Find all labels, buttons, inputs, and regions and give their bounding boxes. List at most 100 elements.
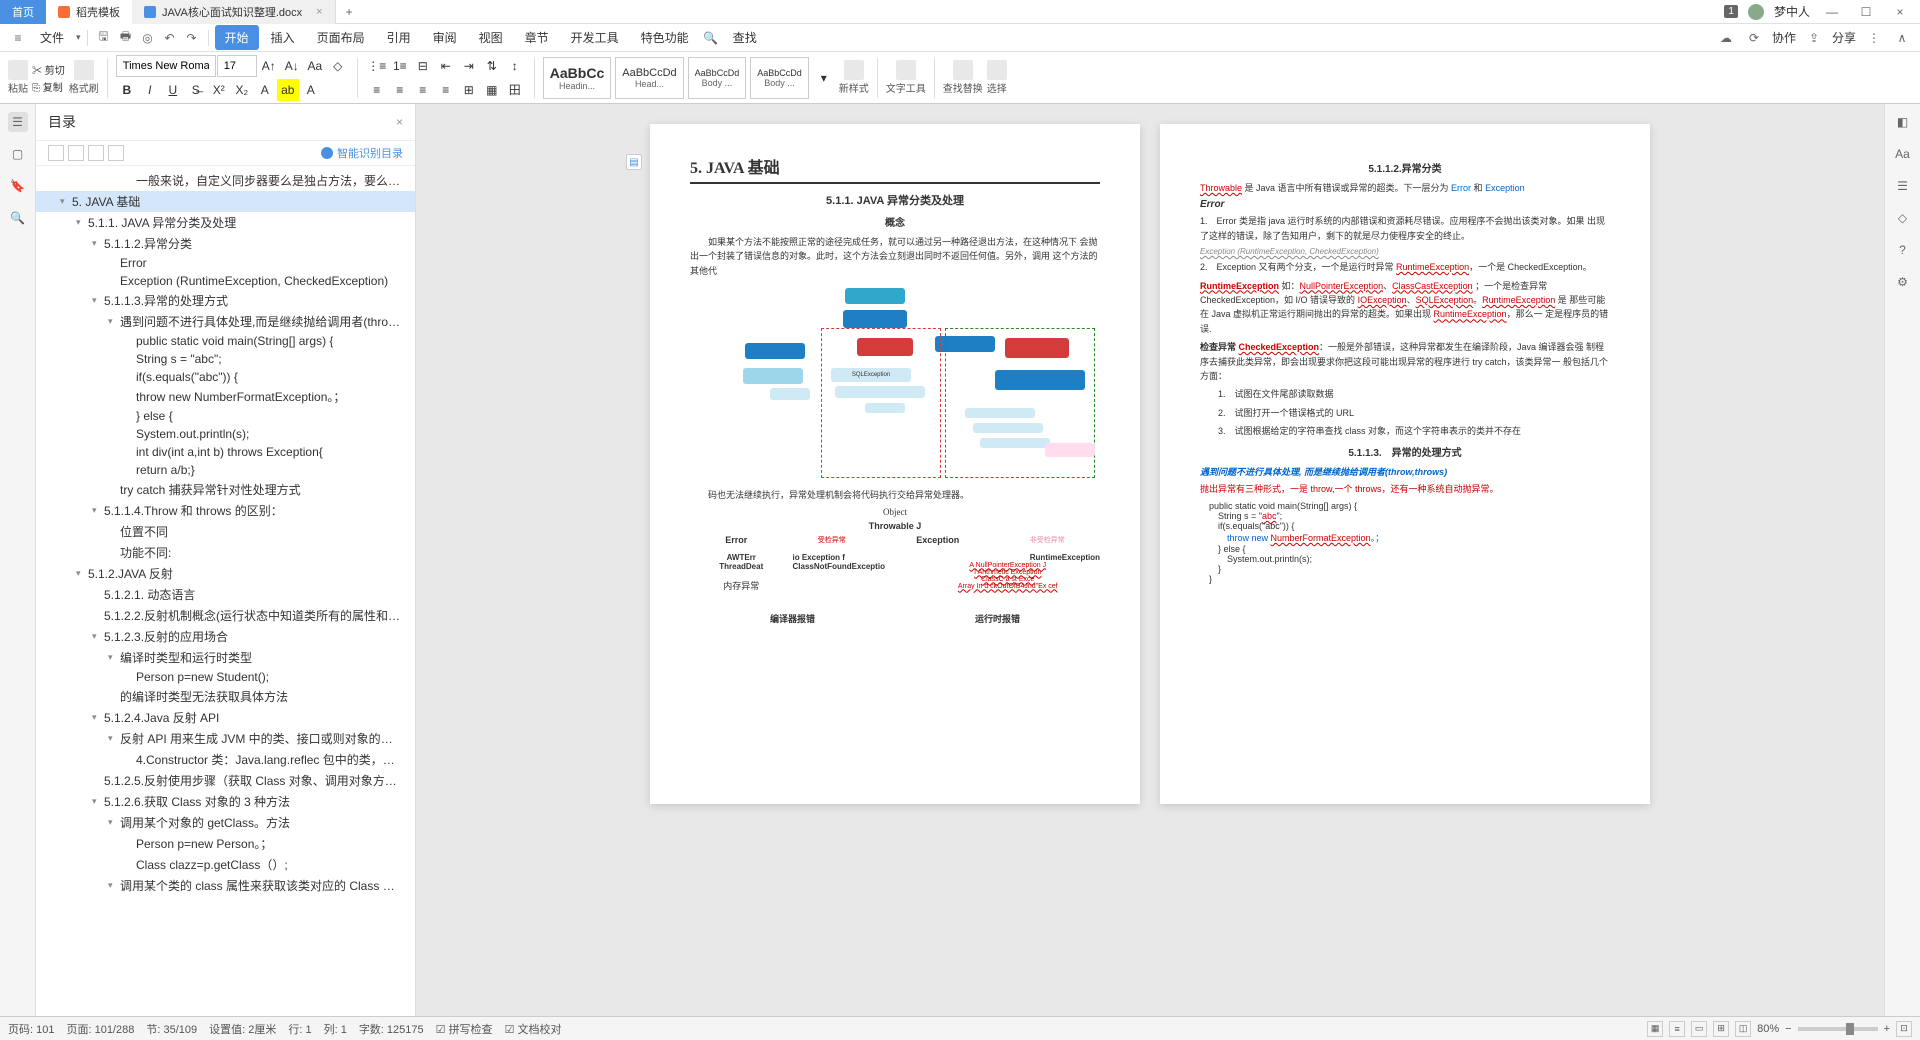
status-colwidth[interactable]: 设置值: 2厘米 xyxy=(209,1021,276,1037)
toc-item[interactable]: Person p=new Student(); xyxy=(36,668,415,686)
zoom-value[interactable]: 80% xyxy=(1757,1023,1779,1035)
toc-item[interactable]: return a/b;} xyxy=(36,461,415,479)
toc-item[interactable]: ▾5.1.1.4.Throw 和 throws 的区别： xyxy=(36,500,415,521)
view-read-icon[interactable]: ▭ xyxy=(1691,1021,1707,1037)
status-doccheck[interactable]: ☑ 文档校对 xyxy=(505,1021,562,1037)
toc-item[interactable]: ▾5.1.2.JAVA 反射 xyxy=(36,563,415,584)
status-col[interactable]: 列: 1 xyxy=(324,1021,347,1037)
toc-item[interactable]: ▾5.1.2.3.反射的应用场合 xyxy=(36,626,415,647)
close-window-button[interactable]: × xyxy=(1888,5,1912,19)
char-border-button[interactable]: A xyxy=(300,79,322,101)
chevron-icon[interactable]: ▾ xyxy=(92,712,104,723)
toc-item[interactable]: if(s.equals("abc")) { xyxy=(36,368,415,386)
view-web-icon[interactable]: ⊞ xyxy=(1713,1021,1729,1037)
decrease-indent-button[interactable]: ⇤ xyxy=(435,55,457,77)
menu-page-layout[interactable]: 页面布局 xyxy=(307,25,375,50)
toc-item[interactable]: ▾5.1.1. JAVA 异常分类及处理 xyxy=(36,212,415,233)
menu-dev-tools[interactable]: 开发工具 xyxy=(561,25,629,50)
toc-item[interactable]: try catch 捕获异常针对性处理方式 xyxy=(36,479,415,500)
increase-indent-button[interactable]: ⇥ xyxy=(458,55,480,77)
font-color-button[interactable]: A xyxy=(254,79,276,101)
status-section[interactable]: 节: 35/109 xyxy=(146,1021,197,1037)
maximize-button[interactable]: ☐ xyxy=(1854,5,1878,19)
toc-item[interactable]: 位置不同 xyxy=(36,521,415,542)
search-icon[interactable]: 🔍 xyxy=(701,28,721,48)
increase-font-icon[interactable]: A↑ xyxy=(258,55,280,77)
bold-button[interactable]: B xyxy=(116,79,138,101)
toc-item[interactable]: ▾遇到问题不进行具体处理,而是继续抛给调用者(throw,throws) xyxy=(36,311,415,332)
view-print-icon[interactable]: ▦ xyxy=(1647,1021,1663,1037)
undo-icon[interactable]: ↶ xyxy=(160,28,180,48)
format-painter-button[interactable]: 格式刷 xyxy=(69,60,99,95)
toc-view-3[interactable] xyxy=(88,145,104,161)
chevron-icon[interactable]: ▾ xyxy=(108,733,120,744)
toc-view-1[interactable] xyxy=(48,145,64,161)
text-direction-button[interactable]: ⇅ xyxy=(481,55,503,77)
help-icon[interactable]: ? xyxy=(1893,240,1913,260)
toc-item[interactable]: 5.1.2.1. 动态语言 xyxy=(36,584,415,605)
status-chars[interactable]: 字数: 125175 xyxy=(359,1021,424,1037)
status-row[interactable]: 行: 1 xyxy=(288,1021,311,1037)
chevron-icon[interactable]: ▾ xyxy=(60,196,72,207)
toc-item[interactable]: ▾编译时类型和运行时类型 xyxy=(36,647,415,668)
save-icon[interactable]: 🖫 xyxy=(94,28,114,48)
toc-item[interactable]: } else { xyxy=(36,407,415,425)
collapse-ribbon-icon[interactable]: ∧ xyxy=(1892,28,1912,48)
highlight-button[interactable]: ab xyxy=(277,79,299,101)
toc-item[interactable]: ▾调用某个对象的 getClass。方法 xyxy=(36,812,415,833)
toc-item[interactable]: 4.Constructor 类：Java.lang.reflec 包中的类，表示… xyxy=(36,749,415,770)
underline-button[interactable]: U xyxy=(162,79,184,101)
zoom-out-button[interactable]: − xyxy=(1785,1023,1791,1035)
menu-sections[interactable]: 章节 xyxy=(515,25,559,50)
toc-item[interactable]: ▾反射 API 用来生成 JVM 中的类、接口或则对象的信息。 xyxy=(36,728,415,749)
minimize-button[interactable]: — xyxy=(1820,5,1844,19)
shapes-icon[interactable]: ◇ xyxy=(1893,208,1913,228)
align-justify-button[interactable]: ≡ xyxy=(435,79,457,101)
status-spellcheck[interactable]: ☑ 拼写检查 xyxy=(436,1021,493,1037)
chevron-icon[interactable]: ▾ xyxy=(76,568,88,579)
print-preview-icon[interactable]: ◎ xyxy=(138,28,158,48)
chevron-icon[interactable]: ▾ xyxy=(108,817,120,828)
toc-item[interactable]: ▾5.1.1.2.异常分类 xyxy=(36,233,415,254)
menu-start[interactable]: 开始 xyxy=(215,25,259,50)
font-size-select[interactable] xyxy=(217,55,257,77)
toc-item[interactable]: String s = "abc"; xyxy=(36,350,415,368)
clear-format-icon[interactable]: ◇ xyxy=(327,55,349,77)
subscript-button[interactable]: X₂ xyxy=(231,79,253,101)
collab-button[interactable]: 协作 xyxy=(1772,29,1796,46)
style-body1[interactable]: AaBbCcDdBody ... xyxy=(688,57,747,99)
chevron-icon[interactable]: ▾ xyxy=(108,316,120,327)
toc-item[interactable]: Person p=new Person。； xyxy=(36,833,415,854)
properties-icon[interactable]: ◧ xyxy=(1893,112,1913,132)
zoom-icon[interactable]: 🔍 xyxy=(8,208,28,228)
toc-item[interactable]: 5.1.2.2.反射机制概念(运行状态中知道类所有的属性和方法) xyxy=(36,605,415,626)
username[interactable]: 梦中人 xyxy=(1774,3,1810,20)
cloud-icon[interactable]: ☁ xyxy=(1716,28,1736,48)
align-right-button[interactable]: ≡ xyxy=(412,79,434,101)
menu-references[interactable]: 引用 xyxy=(377,25,421,50)
select-pane-icon[interactable]: ☰ xyxy=(1893,176,1913,196)
multilevel-button[interactable]: ⊟ xyxy=(412,55,434,77)
close-tab-icon[interactable]: × xyxy=(316,6,322,18)
toc-item[interactable]: ▾5.1.2.4.Java 反射 API xyxy=(36,707,415,728)
outline-icon[interactable]: ☰ xyxy=(8,112,28,132)
bookmark-icon[interactable]: 🔖 xyxy=(8,176,28,196)
toc-item[interactable]: System.out.println(s); xyxy=(36,425,415,443)
notification-badge[interactable]: 1 xyxy=(1724,5,1738,18)
file-menu[interactable]: 文件 xyxy=(30,25,74,50)
paste-button[interactable]: 粘贴 xyxy=(8,60,28,95)
style-heading2[interactable]: AaBbCcDdHead... xyxy=(615,57,683,99)
toc-list[interactable]: 一般来说，自定义同步器要么是独占方法，要么是共享方...▾5. JAVA 基础▾… xyxy=(36,166,415,1016)
toc-item[interactable]: public static void main(String[] args) { xyxy=(36,332,415,350)
align-center-button[interactable]: ≡ xyxy=(389,79,411,101)
select-button[interactable]: 选择 xyxy=(987,60,1007,95)
align-left-button[interactable]: ≡ xyxy=(366,79,388,101)
view-fullscreen-icon[interactable]: ◫ xyxy=(1735,1021,1751,1037)
more-icon[interactable]: ⋮ xyxy=(1864,28,1884,48)
status-pages[interactable]: 页面: 101/288 xyxy=(66,1021,134,1037)
zoom-slider[interactable] xyxy=(1798,1027,1878,1031)
text-tools-button[interactable]: 文字工具 xyxy=(886,60,926,95)
document-area[interactable]: ▤ 5. JAVA 基础 5.1.1. JAVA 异常分类及处理 概念 如果某个… xyxy=(416,104,1884,1016)
chevron-icon[interactable]: ▾ xyxy=(108,880,120,891)
chevron-icon[interactable]: ▾ xyxy=(92,505,104,516)
